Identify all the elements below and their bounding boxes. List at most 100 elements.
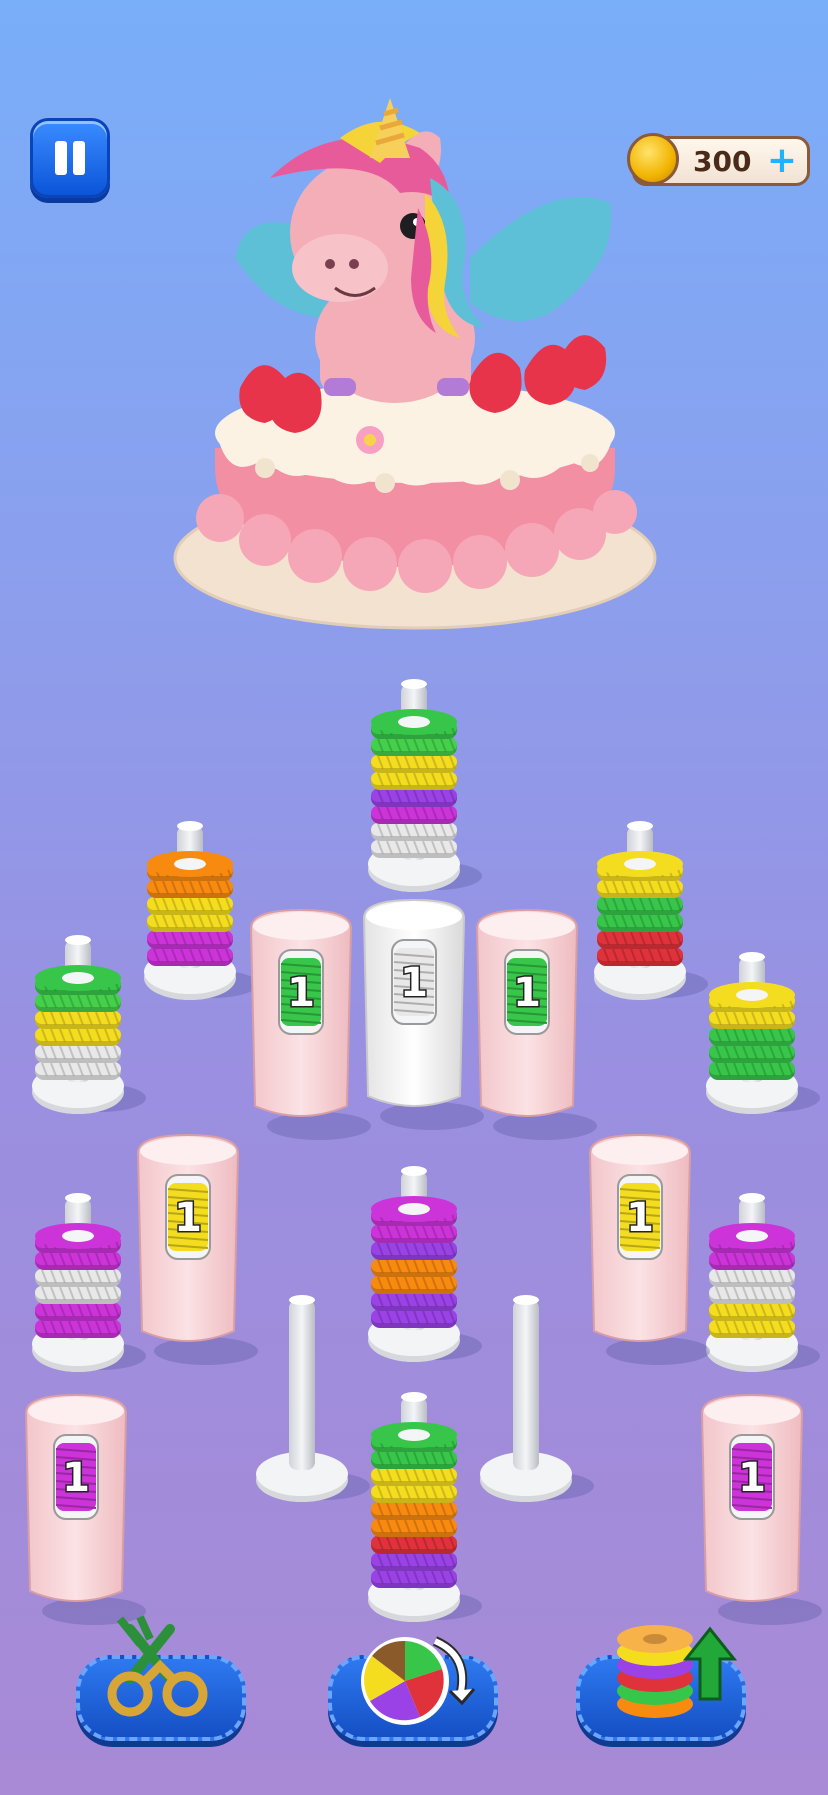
spool-count: 1 xyxy=(738,1455,766,1501)
peg[interactable] xyxy=(480,1295,594,1502)
spool-green: 1 xyxy=(504,949,550,1035)
yarn-ring-lime xyxy=(35,993,121,1012)
yarn-bin[interactable]: 1 xyxy=(588,1133,710,1365)
yarn-ring-yellow xyxy=(709,1010,795,1029)
yarn-ring-white xyxy=(709,1285,795,1304)
peg[interactable] xyxy=(32,1193,146,1372)
yarn-shuffle-icon xyxy=(361,1636,476,1725)
spool-count: 1 xyxy=(513,970,541,1016)
yarn-ring-red xyxy=(371,1535,457,1554)
yarn-bin[interactable]: 1 xyxy=(362,898,484,1130)
yarn-ring-green xyxy=(709,1044,795,1063)
peg[interactable] xyxy=(706,1193,820,1372)
yarn-ring-magenta xyxy=(709,1251,795,1270)
yarn-ring-orange xyxy=(371,1501,457,1520)
yarn-ring-purple xyxy=(371,1241,457,1260)
peg[interactable] xyxy=(594,821,708,1000)
yarn-ring-green xyxy=(709,1061,795,1080)
yarn-ring-magenta xyxy=(709,1223,795,1253)
peg[interactable] xyxy=(32,935,146,1114)
yarn-ring-white xyxy=(35,1061,121,1080)
peg[interactable] xyxy=(368,679,482,892)
peg-rod-top xyxy=(65,1193,91,1203)
game-screen: 300 + 1 1 1 1 1 1 1 xyxy=(0,0,828,1795)
peg-rod-top xyxy=(401,1392,427,1402)
yarn-ring-red xyxy=(597,930,683,949)
yarn-bin[interactable]: 1 xyxy=(249,908,371,1140)
yarn-ring-green xyxy=(371,1450,457,1469)
spool-yellow: 1 xyxy=(617,1174,663,1260)
spool-white: 1 xyxy=(391,939,437,1025)
yarn-ring-yellow xyxy=(35,1027,121,1046)
yarn-bin[interactable]: 1 xyxy=(136,1133,258,1365)
yarn-ring-magenta xyxy=(371,1196,457,1226)
ring-hole xyxy=(398,716,430,728)
bin-lid xyxy=(28,1397,124,1425)
shuffle-tool-button[interactable] xyxy=(328,1636,498,1741)
spool-count: 1 xyxy=(174,1195,202,1241)
yarn-ring-white xyxy=(371,839,457,858)
peg-rod-top xyxy=(627,821,653,831)
yarn-ring-yellow xyxy=(147,913,233,932)
ring-hole xyxy=(62,972,94,984)
yarn-ring-magenta xyxy=(35,1251,121,1270)
peg[interactable] xyxy=(368,1166,482,1362)
scissors-tool-button[interactable] xyxy=(76,1615,246,1741)
bin-lid xyxy=(366,902,462,930)
peg-rod-top xyxy=(401,1166,427,1176)
yarn-ring-white xyxy=(709,1268,795,1287)
yarn-ring-green xyxy=(35,965,121,995)
spool-yellow: 1 xyxy=(165,1174,211,1260)
yarn-ring-purple xyxy=(371,1569,457,1588)
ring-hole xyxy=(736,989,768,1001)
yarn-ring-yellow xyxy=(371,1467,457,1486)
bin-shadow xyxy=(267,1112,371,1140)
yarn-ring-purple xyxy=(371,788,457,807)
peg[interactable] xyxy=(256,1295,370,1502)
yarn-bin[interactable]: 1 xyxy=(700,1393,822,1625)
yarn-ring-orange xyxy=(371,1518,457,1537)
yarn-ring-orange xyxy=(147,879,233,898)
yarn-ring-green xyxy=(709,1027,795,1046)
spool-count: 1 xyxy=(287,970,315,1016)
yarn-ring-purple xyxy=(371,1552,457,1571)
bin-lid xyxy=(704,1397,800,1425)
yarn-ring-yellow xyxy=(597,879,683,898)
peg-rod-top xyxy=(401,679,427,689)
yarn-bin[interactable]: 1 xyxy=(475,908,597,1140)
ring-hole xyxy=(624,858,656,870)
yarn-ring-magenta xyxy=(371,805,457,824)
spool-count: 1 xyxy=(62,1455,90,1501)
peg-rod-top xyxy=(513,1295,539,1305)
yarn-bin[interactable]: 1 xyxy=(24,1393,146,1625)
spool-magenta: 1 xyxy=(729,1434,775,1520)
peg-rod-top xyxy=(739,952,765,962)
yarn-ring-orange xyxy=(147,851,233,881)
ring-boost-tool-button[interactable] xyxy=(576,1625,746,1741)
peg-rod-top xyxy=(65,935,91,945)
yarn-ring-white xyxy=(35,1285,121,1304)
game-board: 1 1 1 1 1 1 1 xyxy=(24,679,822,1625)
ring-hole xyxy=(398,1203,430,1215)
yarn-ring-magenta xyxy=(35,1223,121,1253)
peg-rod-top xyxy=(739,1193,765,1203)
yarn-ring-yellow xyxy=(35,1010,121,1029)
yarn-ring-yellow xyxy=(371,754,457,773)
yarn-ring-yellow xyxy=(709,1319,795,1338)
yarn-ring-yellow xyxy=(709,1302,795,1321)
ring-hole xyxy=(736,1230,768,1242)
yarn-ring-white xyxy=(371,822,457,841)
yarn-ring-orange xyxy=(371,1258,457,1277)
peg[interactable] xyxy=(144,821,258,1000)
yarn-ring-lime xyxy=(371,737,457,756)
yarn-ring-green xyxy=(371,709,457,739)
ring-hole xyxy=(398,1429,430,1441)
bin-lid xyxy=(253,912,349,940)
yarn-ring-orange xyxy=(371,1275,457,1294)
yarn-ring-green xyxy=(371,1422,457,1452)
peg[interactable] xyxy=(368,1392,482,1622)
yarn-ring-white xyxy=(35,1268,121,1287)
peg[interactable] xyxy=(706,952,820,1114)
bin-shadow xyxy=(380,1102,484,1130)
ring-stack-up-icon xyxy=(617,1625,738,1718)
